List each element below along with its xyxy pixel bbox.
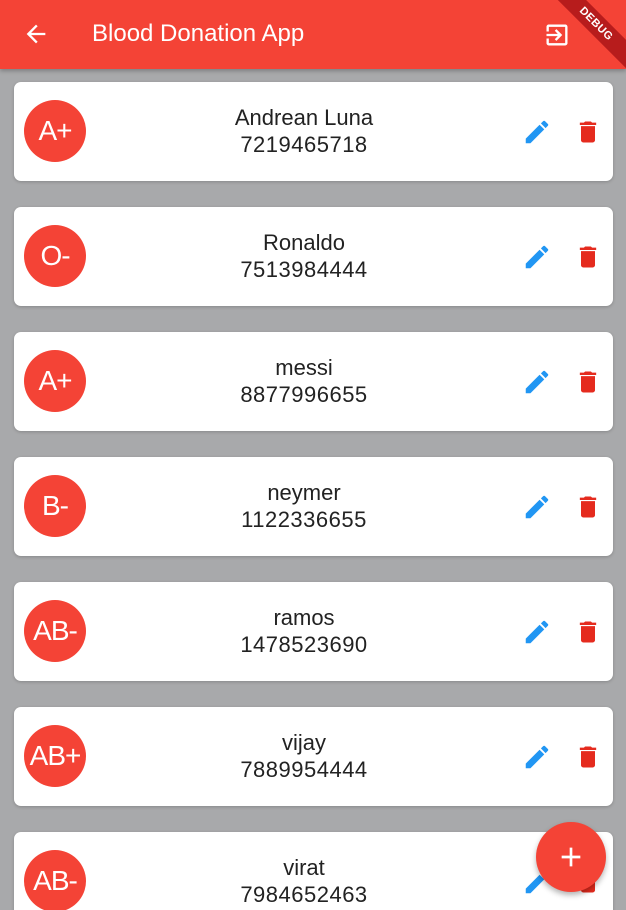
blood-group-avatar: A+ bbox=[24, 100, 86, 162]
delete-icon[interactable] bbox=[574, 493, 602, 521]
app-bar: Blood Donation App DEBUG bbox=[0, 0, 626, 69]
edit-icon[interactable] bbox=[522, 492, 552, 522]
delete-icon[interactable] bbox=[574, 118, 602, 146]
donor-phone: 7219465718 bbox=[240, 132, 368, 157]
donor-info: Andrean Luna 7219465718 bbox=[114, 104, 494, 158]
donor-phone: 1478523690 bbox=[240, 632, 368, 657]
donor-info: virat 7984652463 bbox=[114, 854, 494, 908]
donor-phone: 7513984444 bbox=[240, 257, 368, 282]
delete-icon[interactable] bbox=[574, 743, 602, 771]
donor-info: vijay 7889954444 bbox=[114, 729, 494, 783]
donor-info: neymer 1122336655 bbox=[114, 479, 494, 533]
donor-phone: 7984652463 bbox=[240, 882, 368, 907]
donor-card[interactable]: A+ Andrean Luna 7219465718 bbox=[14, 82, 613, 181]
add-donor-button[interactable] bbox=[536, 822, 606, 892]
donor-name: ramos bbox=[273, 605, 335, 630]
edit-icon[interactable] bbox=[522, 242, 552, 272]
donor-name: neymer bbox=[267, 480, 341, 505]
donor-card[interactable]: B- neymer 1122336655 bbox=[14, 457, 613, 556]
add-icon bbox=[561, 847, 581, 867]
blood-group-avatar: A+ bbox=[24, 350, 86, 412]
donor-phone: 8877996655 bbox=[240, 382, 368, 407]
donor-name: messi bbox=[275, 355, 333, 380]
edit-icon[interactable] bbox=[522, 367, 552, 397]
blood-group-avatar: O- bbox=[24, 225, 86, 287]
donor-list[interactable]: A+ Andrean Luna 7219465718 O- Ronaldo 75… bbox=[0, 69, 626, 910]
donor-name: virat bbox=[283, 855, 325, 880]
donor-card[interactable]: AB- virat 7984652463 bbox=[14, 832, 613, 910]
donor-card[interactable]: A+ messi 8877996655 bbox=[14, 332, 613, 431]
blood-group-avatar: AB- bbox=[24, 600, 86, 662]
donor-card[interactable]: O- Ronaldo 7513984444 bbox=[14, 207, 613, 306]
donor-name: Ronaldo bbox=[263, 230, 345, 255]
donor-card[interactable]: AB+ vijay 7889954444 bbox=[14, 707, 613, 806]
donor-name: Andrean Luna bbox=[234, 105, 374, 130]
edit-icon[interactable] bbox=[522, 117, 552, 147]
app-title: Blood Donation App bbox=[92, 20, 305, 47]
delete-icon[interactable] bbox=[574, 618, 602, 646]
donor-card[interactable]: AB- ramos 1478523690 bbox=[14, 582, 613, 681]
delete-icon[interactable] bbox=[574, 243, 602, 271]
donor-info: ramos 1478523690 bbox=[114, 604, 494, 658]
logout-icon[interactable] bbox=[543, 21, 571, 49]
donor-name: vijay bbox=[281, 730, 326, 755]
blood-group-avatar: B- bbox=[24, 475, 86, 537]
donor-info: Ronaldo 7513984444 bbox=[114, 229, 494, 283]
donor-phone: 7889954444 bbox=[240, 757, 368, 782]
arrow-back-icon[interactable] bbox=[22, 20, 50, 48]
blood-group-avatar: AB- bbox=[24, 850, 86, 910]
edit-icon[interactable] bbox=[522, 742, 552, 772]
delete-icon[interactable] bbox=[574, 368, 602, 396]
edit-icon[interactable] bbox=[522, 617, 552, 647]
blood-group-avatar: AB+ bbox=[24, 725, 86, 787]
donor-phone: 1122336655 bbox=[241, 507, 367, 532]
donor-info: messi 8877996655 bbox=[114, 354, 494, 408]
